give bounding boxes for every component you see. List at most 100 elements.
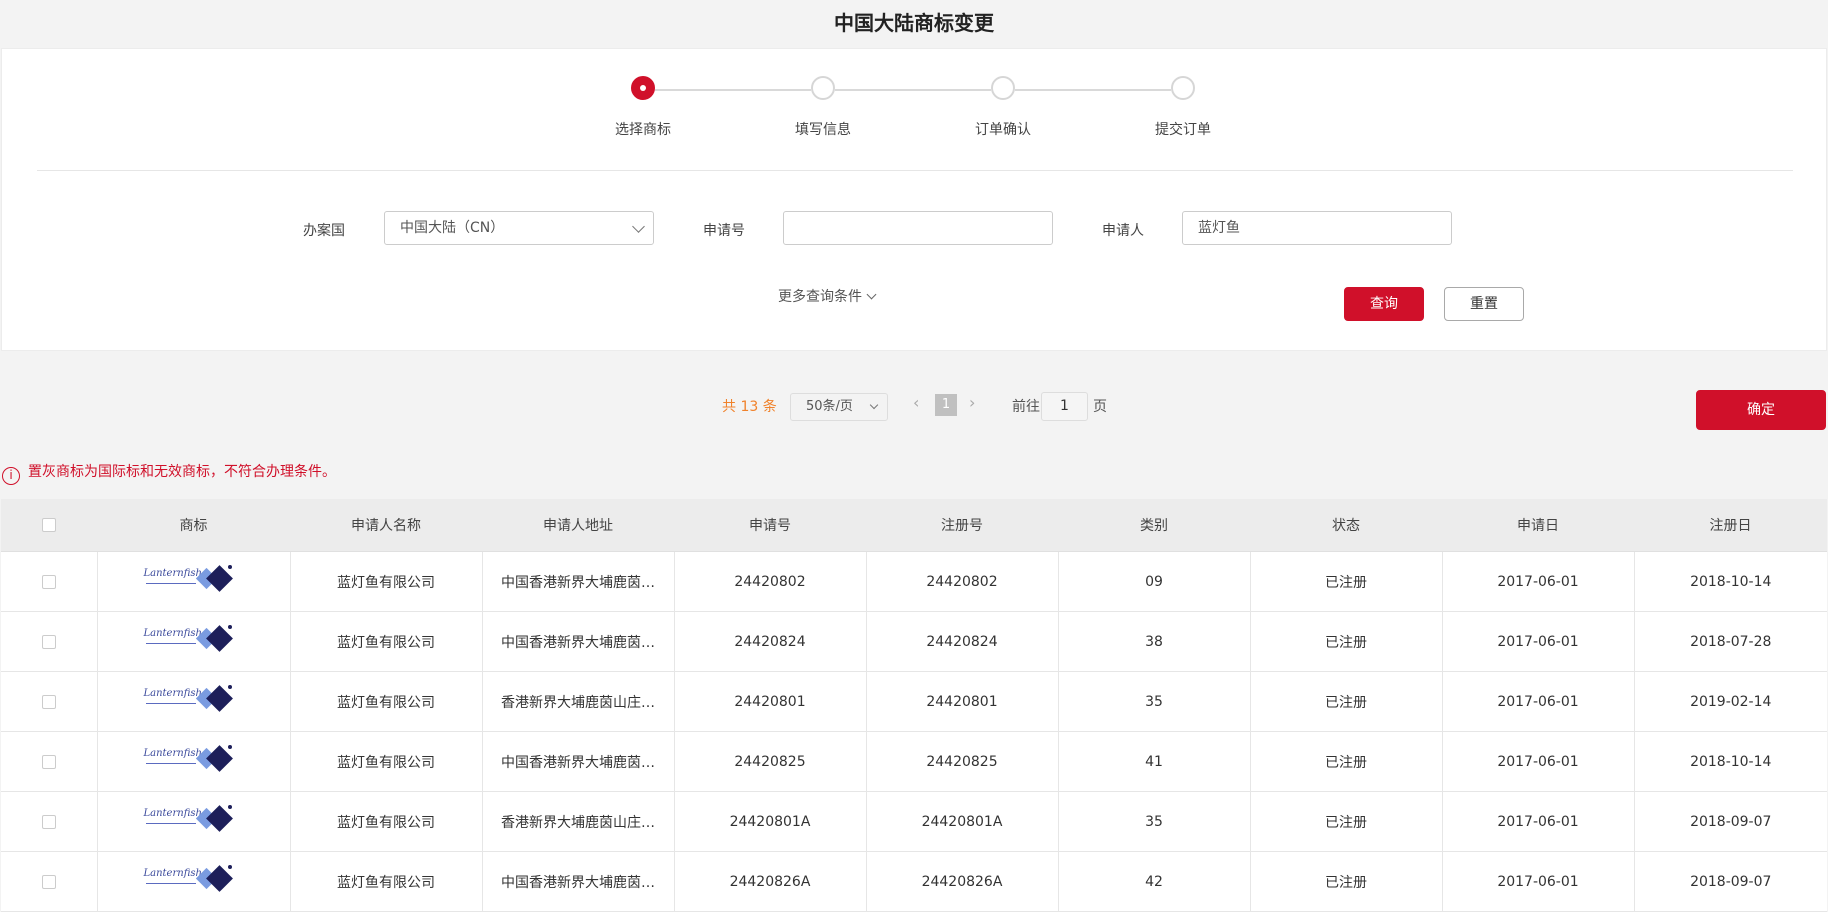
page-number-current[interactable]: 1	[935, 394, 957, 416]
trademark-logo: Lanternfish	[144, 804, 244, 839]
address-cell: 香港新界大埔鹿茵山庄…	[481, 791, 674, 852]
step-4-indicator	[1171, 76, 1195, 100]
row-select-cell	[1, 611, 97, 672]
trademark-logo-cell: Lanternfish	[96, 611, 290, 672]
step-1-indicator	[631, 76, 655, 100]
logo-text: Lanternfish	[143, 867, 202, 879]
reg-no-cell: 24420801	[865, 671, 1058, 732]
select-all-checkbox[interactable]	[42, 518, 56, 532]
logo-line	[145, 702, 196, 704]
next-page-icon[interactable]: ›	[969, 393, 975, 412]
table-row[interactable]: Lanternfish 蓝灯鱼有限公司 中国香港新界大埔鹿茵… 24420825…	[1, 731, 1827, 792]
row-checkbox[interactable]	[41, 634, 56, 649]
row-checkbox[interactable]	[41, 694, 56, 709]
page-size-select[interactable]: 50条/页	[790, 393, 888, 421]
address-cell: 中国香港新界大埔鹿茵…	[481, 551, 674, 612]
goto-prefix: 前往	[1012, 399, 1040, 415]
trademark-table: 商标 申请人名称 申请人地址 申请号 注册号 类别 状态 申请日 注册日 Lan…	[1, 499, 1827, 912]
row-checkbox[interactable]	[41, 574, 56, 589]
logo-line	[145, 762, 196, 764]
app-no-cell: 24420801A	[673, 791, 866, 852]
table-body: Lanternfish 蓝灯鱼有限公司 中国香港新界大埔鹿茵… 24420802…	[1, 551, 1827, 912]
table-row[interactable]: Lanternfish 蓝灯鱼有限公司 中国香港新界大埔鹿茵… 24420802…	[1, 551, 1827, 612]
step-connector	[1015, 89, 1171, 91]
confirm-button[interactable]: 确定	[1696, 390, 1826, 430]
reg-date-cell: 2018-10-14	[1633, 731, 1827, 792]
dot-icon	[227, 864, 232, 869]
query-button[interactable]: 查询	[1344, 287, 1424, 321]
progress-stepper: 选择商标 填写信息 订单确认 提交订单	[0, 76, 1828, 146]
dot-icon	[227, 684, 232, 689]
table-row[interactable]: Lanternfish 蓝灯鱼有限公司 中国香港新界大埔鹿茵… 24420824…	[1, 611, 1827, 672]
goto-page-input[interactable]: 1	[1041, 392, 1088, 421]
class-cell: 09	[1057, 551, 1250, 612]
row-checkbox[interactable]	[41, 874, 56, 889]
goto-suffix: 页	[1093, 399, 1107, 415]
app-date-cell: 2017-06-01	[1441, 791, 1634, 852]
logo-text: Lanternfish	[143, 687, 202, 699]
table-header-row: 商标 申请人名称 申请人地址 申请号 注册号 类别 状态 申请日 注册日	[1, 499, 1827, 552]
applicant-input[interactable]: 蓝灯鱼	[1182, 211, 1452, 245]
step-2-label: 填写信息	[795, 122, 851, 138]
app-date-cell: 2017-06-01	[1441, 551, 1634, 612]
logo-text: Lanternfish	[143, 567, 202, 579]
reg-no-cell: 24420801A	[865, 791, 1058, 852]
page-size-value: 50条/页	[806, 399, 853, 414]
address-cell: 香港新界大埔鹿茵山庄…	[481, 671, 674, 732]
row-checkbox[interactable]	[41, 754, 56, 769]
dot-icon	[227, 564, 232, 569]
class-cell: 42	[1057, 851, 1250, 912]
more-conditions-toggle[interactable]: 更多查询条件	[778, 286, 877, 306]
row-checkbox[interactable]	[41, 814, 56, 829]
class-cell: 41	[1057, 731, 1250, 792]
logo-line	[145, 882, 196, 884]
country-select[interactable]: 中国大陆（CN）	[384, 211, 654, 245]
col-header-trademark: 商标	[97, 499, 290, 552]
reg-no-cell: 24420824	[865, 611, 1058, 672]
diamond-icon	[205, 684, 233, 712]
chevron-down-icon	[632, 220, 645, 233]
row-select-cell	[1, 791, 97, 852]
table-row[interactable]: Lanternfish 蓝灯鱼有限公司 香港新界大埔鹿茵山庄… 24420801…	[1, 671, 1827, 732]
dot-icon	[227, 624, 232, 629]
col-header-class: 类别	[1058, 499, 1250, 552]
country-select-value: 中国大陆（CN）	[400, 220, 505, 236]
app-no-input[interactable]	[783, 211, 1053, 245]
col-header-reg-date: 注册日	[1634, 499, 1827, 552]
trademark-logo-cell: Lanternfish	[96, 551, 290, 612]
table-row[interactable]: Lanternfish 蓝灯鱼有限公司 中国香港新界大埔鹿茵… 24420826…	[1, 851, 1827, 912]
applicant-cell: 蓝灯鱼有限公司	[289, 551, 482, 612]
table-row[interactable]: Lanternfish 蓝灯鱼有限公司 香港新界大埔鹿茵山庄… 24420801…	[1, 791, 1827, 852]
address-cell: 中国香港新界大埔鹿茵…	[481, 611, 674, 672]
app-no-cell: 24420825	[673, 731, 866, 792]
step-3-indicator	[991, 76, 1015, 100]
app-date-cell: 2017-06-01	[1441, 731, 1634, 792]
trademark-logo-cell: Lanternfish	[96, 671, 290, 732]
step-4-label: 提交订单	[1155, 122, 1211, 138]
reg-date-cell: 2019-02-14	[1633, 671, 1827, 732]
status-cell: 已注册	[1249, 551, 1442, 612]
class-cell: 35	[1057, 671, 1250, 732]
step-connector	[655, 89, 811, 91]
row-select-cell	[1, 731, 97, 792]
status-cell: 已注册	[1249, 731, 1442, 792]
col-header-status: 状态	[1250, 499, 1442, 552]
prev-page-icon[interactable]: ‹	[913, 393, 919, 412]
page-title: 中国大陆商标变更	[834, 11, 994, 35]
reset-button[interactable]: 重置	[1444, 287, 1524, 321]
step-connector	[835, 89, 991, 91]
logo-line	[145, 582, 196, 584]
diamond-icon	[205, 804, 233, 832]
country-label: 办案国	[303, 223, 345, 239]
applicant-label: 申请人	[1102, 223, 1144, 239]
trademark-logo-cell: Lanternfish	[96, 791, 290, 852]
diamond-icon	[205, 564, 233, 592]
col-header-reg-no: 注册号	[866, 499, 1058, 552]
col-header-address: 申请人地址	[482, 499, 674, 552]
chevron-down-icon	[866, 289, 877, 300]
app-date-cell: 2017-06-01	[1441, 611, 1634, 672]
dot-icon	[227, 804, 232, 809]
step-2-indicator	[811, 76, 835, 100]
app-no-cell: 24420802	[673, 551, 866, 612]
trademark-logo: Lanternfish	[144, 624, 244, 659]
